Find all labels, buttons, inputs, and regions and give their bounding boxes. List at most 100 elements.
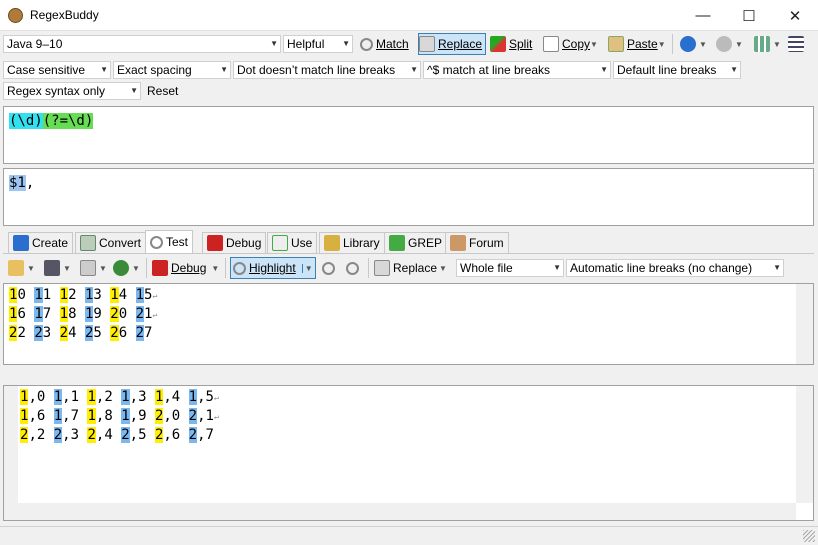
regex-text: (\d)(?=\d) bbox=[9, 111, 94, 131]
match-token: 1,5 bbox=[188, 389, 214, 405]
split-button[interactable]: Split bbox=[490, 33, 532, 55]
status-bar bbox=[0, 526, 818, 545]
scope-select[interactable]: Whole file ▼ bbox=[456, 259, 564, 277]
chevron-down-icon: ▼ bbox=[657, 39, 666, 49]
previous-match-button[interactable] bbox=[322, 257, 338, 279]
toolbar-separator bbox=[672, 34, 673, 54]
highlight-button[interactable]: Highlight ▼ bbox=[230, 257, 316, 279]
tab-use[interactable]: Use bbox=[267, 232, 318, 253]
chevron-down-icon: ▼ bbox=[301, 263, 313, 273]
match-token: 22 bbox=[9, 325, 26, 341]
syntax-select[interactable]: Regex syntax only ▼ bbox=[3, 82, 141, 100]
subject-text: 10 11 12 13 14 15↵ 16 17 18 19 20 21↵ 22 2… bbox=[9, 286, 157, 343]
menu-button[interactable] bbox=[788, 33, 807, 55]
chevron-down-icon: ▼ bbox=[99, 263, 107, 273]
match-token: 1,7 bbox=[53, 408, 80, 424]
grid-icon bbox=[754, 36, 770, 52]
test-replace-button[interactable]: Replace ▼ bbox=[374, 257, 447, 279]
hamburger-icon bbox=[788, 36, 804, 52]
chevron-down-icon: ▼ bbox=[735, 39, 743, 49]
window-title: RegexBuddy bbox=[30, 8, 99, 22]
match-token: 2,6 bbox=[154, 427, 181, 443]
create-icon bbox=[13, 235, 29, 251]
minimize-button[interactable]: — bbox=[680, 0, 726, 31]
match-token: 2,1 bbox=[188, 408, 214, 424]
match-button[interactable]: Match bbox=[360, 33, 409, 55]
match-token: 24 bbox=[59, 325, 77, 341]
resize-grip-icon[interactable] bbox=[803, 530, 815, 542]
redo-icon bbox=[716, 36, 732, 52]
gutter bbox=[4, 386, 18, 503]
dot-select[interactable]: Dot doesn’t match line breaks ▼ bbox=[233, 61, 421, 79]
copy-button[interactable]: Copy ▼ bbox=[543, 33, 598, 55]
match-token: 19 bbox=[84, 306, 102, 322]
app-owl-icon bbox=[8, 8, 23, 23]
layout-button[interactable]: ▼ bbox=[754, 33, 781, 55]
next-match-button[interactable] bbox=[346, 257, 362, 279]
tab-convert[interactable]: Convert bbox=[75, 232, 147, 253]
tab-test[interactable]: Test bbox=[145, 230, 194, 253]
replace-mode-button[interactable]: Replace bbox=[418, 33, 487, 55]
chevron-down-icon: ▼ bbox=[730, 65, 738, 74]
chevron-down-icon: ▼ bbox=[553, 263, 561, 272]
line-break-marker-icon: ↵ bbox=[213, 412, 219, 421]
undo-icon bbox=[680, 36, 696, 52]
tab-debug[interactable]: Debug bbox=[202, 232, 267, 253]
web-button[interactable]: ▼ bbox=[113, 257, 140, 279]
case-select[interactable]: Case sensitive ▼ bbox=[3, 61, 111, 79]
result-text: 1,0 1,1 1,2 1,3 1,4 1,5↵ 1,6 1,7 1,8 1,9 … bbox=[20, 388, 219, 445]
clipboard-icon bbox=[80, 260, 96, 276]
text-line: 1,0 1,1 1,2 1,3 1,4 1,5↵ bbox=[20, 388, 219, 407]
debug-button[interactable]: Debug ▼ bbox=[152, 257, 219, 279]
tab-create[interactable]: Create bbox=[8, 232, 74, 253]
anchors-select[interactable]: ^$ match at line breaks ▼ bbox=[423, 61, 611, 79]
open-file-button[interactable]: ▼ bbox=[8, 257, 35, 279]
regex-editor[interactable]: (\d)(?=\d) bbox=[3, 106, 814, 164]
match-token: 2,2 bbox=[20, 427, 46, 443]
helpful-select[interactable]: Helpful ▼ bbox=[283, 35, 353, 53]
maximize-button[interactable]: ☐ bbox=[726, 0, 772, 31]
result-vertical-scrollbar[interactable] bbox=[796, 386, 813, 503]
clipboard-button[interactable]: ▼ bbox=[80, 257, 107, 279]
chevron-down-icon: ▼ bbox=[342, 39, 350, 48]
result-horizontal-scrollbar[interactable] bbox=[4, 503, 796, 520]
chevron-down-icon: ▼ bbox=[100, 65, 108, 74]
convert-icon bbox=[80, 235, 96, 251]
chevron-down-icon: ▼ bbox=[699, 39, 707, 49]
zoom-previous-icon bbox=[322, 261, 335, 275]
spacing-select[interactable]: Exact spacing ▼ bbox=[113, 61, 231, 79]
magnifier-icon bbox=[360, 37, 373, 51]
subject-vertical-scrollbar[interactable] bbox=[796, 284, 813, 364]
linebreaks-select[interactable]: Default line breaks ▼ bbox=[613, 61, 741, 79]
replacement-editor[interactable]: $1, bbox=[3, 168, 814, 226]
forum-icon bbox=[450, 235, 466, 251]
magnifier-icon bbox=[150, 235, 163, 249]
replace-result-editor[interactable]: 1,0 1,1 1,2 1,3 1,4 1,5↵ 1,6 1,7 1,8 1,9 … bbox=[3, 385, 814, 521]
copy-icon bbox=[543, 36, 559, 52]
regex-lookahead: (?=\d) bbox=[42, 113, 94, 129]
grep-icon bbox=[389, 235, 405, 251]
zoom-next-icon bbox=[346, 261, 359, 275]
save-icon bbox=[44, 260, 60, 276]
tab-forum[interactable]: Forum bbox=[445, 232, 509, 253]
tab-grep[interactable]: GREP bbox=[384, 232, 448, 253]
redo-button[interactable]: ▼ bbox=[716, 33, 743, 55]
chevron-down-icon: ▼ bbox=[220, 65, 228, 74]
chevron-down-icon: ▼ bbox=[439, 263, 447, 273]
save-file-button[interactable]: ▼ bbox=[44, 257, 71, 279]
test-subject-editor[interactable]: 10 11 12 13 14 15↵ 16 17 18 19 20 21↵ 22 2… bbox=[3, 283, 814, 365]
match-token: 11 bbox=[34, 287, 52, 303]
flavor-select[interactable]: Java 9–10 ▼ bbox=[3, 35, 281, 53]
match-token: 1,4 bbox=[154, 389, 181, 405]
match-token: 2,5 bbox=[121, 427, 147, 443]
close-button[interactable]: ✕ bbox=[772, 0, 818, 31]
match-token: 1,8 bbox=[87, 408, 113, 424]
match-token: 21 bbox=[135, 306, 153, 322]
replace-ab-icon bbox=[419, 36, 435, 52]
undo-button[interactable]: ▼ bbox=[680, 33, 707, 55]
test-linebreaks-select[interactable]: Automatic line breaks (no change) ▼ bbox=[566, 259, 784, 277]
reset-button[interactable]: Reset bbox=[147, 84, 178, 98]
tab-library[interactable]: Library bbox=[319, 232, 385, 253]
paste-button[interactable]: Paste ▼ bbox=[608, 33, 666, 55]
match-token: 1,2 bbox=[87, 389, 113, 405]
